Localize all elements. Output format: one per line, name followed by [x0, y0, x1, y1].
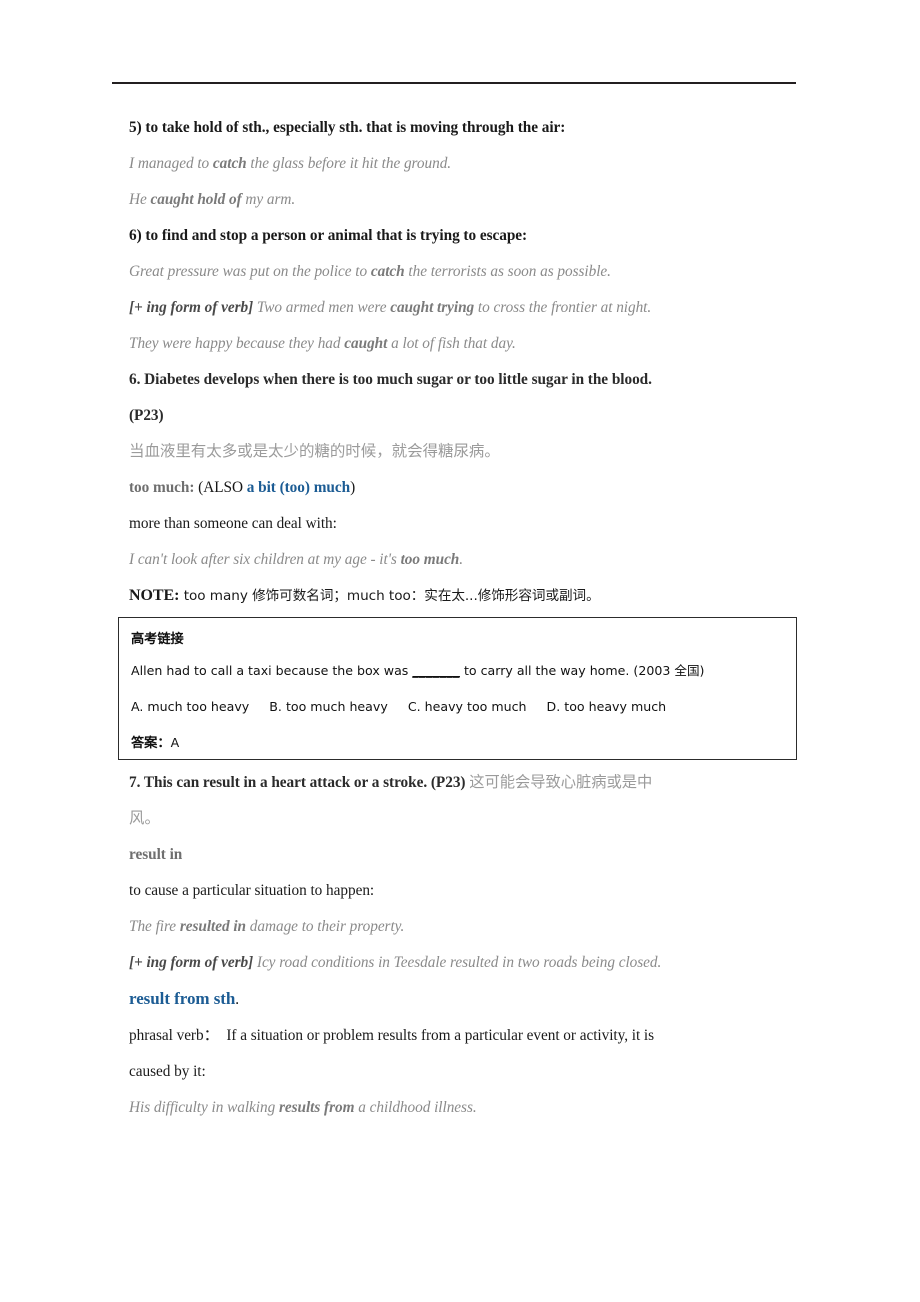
- example-post: damage to their property.: [246, 918, 405, 935]
- example-post: a lot of fish that day.: [387, 335, 516, 352]
- sense6-example-2: [+ ing form of verb] Two armed men were …: [129, 290, 799, 326]
- example-post: to cross the frontier at night.: [474, 299, 652, 316]
- example-pre: Two armed men were: [253, 299, 391, 316]
- option-b[interactable]: B. too much heavy: [269, 689, 388, 725]
- item6-translation: 当血液里有太多或是太少的糖的时候，就会得糖尿病。: [129, 443, 500, 460]
- example-keyword: resulted in: [179, 918, 247, 935]
- example-grammar-bracket: [+ ing form of verb]: [129, 299, 254, 316]
- exercise-title: 高考链接: [131, 632, 184, 647]
- example-keyword: catch: [370, 263, 405, 280]
- exercise-question: Allen had to call a taxi because the box…: [131, 653, 796, 689]
- example-pre: I can't look after six children at my ag…: [129, 551, 401, 568]
- item7-heading-line1: 7. This can result in a heart attack or …: [129, 765, 799, 801]
- item7-section: 7. This can result in a heart attack or …: [129, 765, 799, 1126]
- option-c[interactable]: C. heavy too much: [408, 689, 527, 725]
- sense6-example-1: Great pressure was put on the police to …: [129, 254, 799, 290]
- example-pre: His difficulty in walking: [129, 1099, 279, 1116]
- entry-paren-close: ): [350, 479, 356, 496]
- item7-phrasal-line2: caused by it:: [129, 1063, 206, 1080]
- exercise-inner: 高考链接 Allen had to call a taxi because th…: [119, 618, 796, 761]
- example-keyword: caught: [344, 335, 388, 352]
- item7-definition: to cause a particular situation to happe…: [129, 882, 375, 899]
- item7-phrase-head: result from sth.: [129, 981, 799, 1018]
- example-pre: The fire: [129, 918, 180, 935]
- phrase-term: result from sth: [129, 989, 236, 1008]
- sense6-definition: 6) to find and stop a person or animal t…: [129, 227, 528, 244]
- phrasal-definition: If a situation or problem results from a…: [218, 1027, 655, 1044]
- entry-term: too much:: [129, 479, 195, 496]
- example-keyword: caught trying: [390, 299, 475, 316]
- item6-example: I can't look after six children at my ag…: [129, 542, 799, 578]
- example-keyword: results from: [278, 1099, 355, 1116]
- example-grammar-bracket: [+ ing form of verb]: [129, 954, 254, 971]
- exercise-options: A. much too heavy B. too much heavy C. h…: [131, 689, 796, 725]
- example-keyword: catch: [212, 155, 247, 172]
- option-d[interactable]: D. too heavy much: [547, 689, 667, 725]
- entry-also-label: (ALSO: [194, 479, 247, 496]
- phrasal-verb-label: phrasal verb：: [129, 1027, 219, 1044]
- example-post: the glass before it hit the ground.: [246, 155, 452, 172]
- document-page: 5) to take hold of sth., especially sth.…: [0, 0, 920, 1302]
- item6-heading-line2: (P23): [129, 407, 164, 424]
- question-tail: to carry all the way home. (2003 全国): [459, 663, 705, 678]
- page-content: 5) to take hold of sth., especially sth.…: [129, 110, 799, 614]
- note-text: too many 修饰可数名词；much too：实在太...修饰形容词或副词。: [179, 588, 600, 604]
- entry-term: result in: [129, 846, 183, 863]
- item6-heading-line1: 6. Diabetes develops when there is too m…: [129, 371, 652, 388]
- example-pre: They were happy because they had: [129, 335, 345, 352]
- example-post: the terrorists as soon as possible.: [404, 263, 611, 280]
- item7-phrasal-example: His difficulty in walking results from a…: [129, 1090, 799, 1126]
- answer-value: A: [170, 735, 180, 750]
- item6-definition: more than someone can deal with:: [129, 515, 337, 532]
- sense6-example-3: They were happy because they had caught …: [129, 326, 799, 362]
- example-post: a childhood illness.: [354, 1099, 477, 1116]
- example-post: my arm.: [241, 191, 296, 208]
- item7-heading-en: 7. This can result in a heart attack or …: [129, 774, 466, 791]
- example-pre: Great pressure was put on the police to: [129, 263, 371, 280]
- exercise-box: 高考链接 Allen had to call a taxi because th…: [118, 617, 797, 760]
- phrase-period: .: [235, 991, 240, 1008]
- sense5-example-1: I managed to catch the glass before it h…: [129, 146, 799, 182]
- answer-label: 答案：: [131, 736, 171, 751]
- option-a[interactable]: A. much too heavy: [131, 689, 249, 725]
- item6-entry-head: too much: (ALSO a bit (too) much): [129, 470, 799, 506]
- entry-variant: a bit (too) much: [246, 479, 351, 496]
- header-rule: [112, 82, 796, 84]
- example-pre: I managed to: [129, 155, 213, 172]
- example-keyword: too much: [400, 551, 460, 568]
- item6-note: NOTE: too many 修饰可数名词；much too：实在太...修饰形…: [129, 578, 799, 614]
- item7-heading-line2: 风。: [129, 810, 160, 827]
- question-blank[interactable]: _______: [412, 663, 460, 678]
- item7-entry-head: result in: [129, 837, 799, 873]
- example-post: .: [459, 551, 464, 568]
- item7-example-1: The fire resulted in damage to their pro…: [129, 909, 799, 945]
- example-pre: He: [129, 191, 151, 208]
- sense5-definition: 5) to take hold of sth., especially sth.…: [129, 119, 566, 136]
- example-keyword: caught hold of: [150, 191, 242, 208]
- sense5-example-2: He caught hold of my arm.: [129, 182, 799, 218]
- item7-phrasal-line1: phrasal verb： If a situation or problem …: [129, 1018, 799, 1054]
- item7-example-2: [+ ing form of verb] Icy road conditions…: [129, 945, 799, 981]
- question-text: Allen had to call a taxi because the box…: [131, 663, 413, 678]
- example-pre: Icy road conditions in Teesdale resulted…: [253, 954, 662, 971]
- exercise-answer: 答案：A: [131, 725, 796, 761]
- note-label: NOTE:: [129, 587, 180, 604]
- item7-heading-cn: 这可能会导致心脏病或是中: [465, 774, 653, 791]
